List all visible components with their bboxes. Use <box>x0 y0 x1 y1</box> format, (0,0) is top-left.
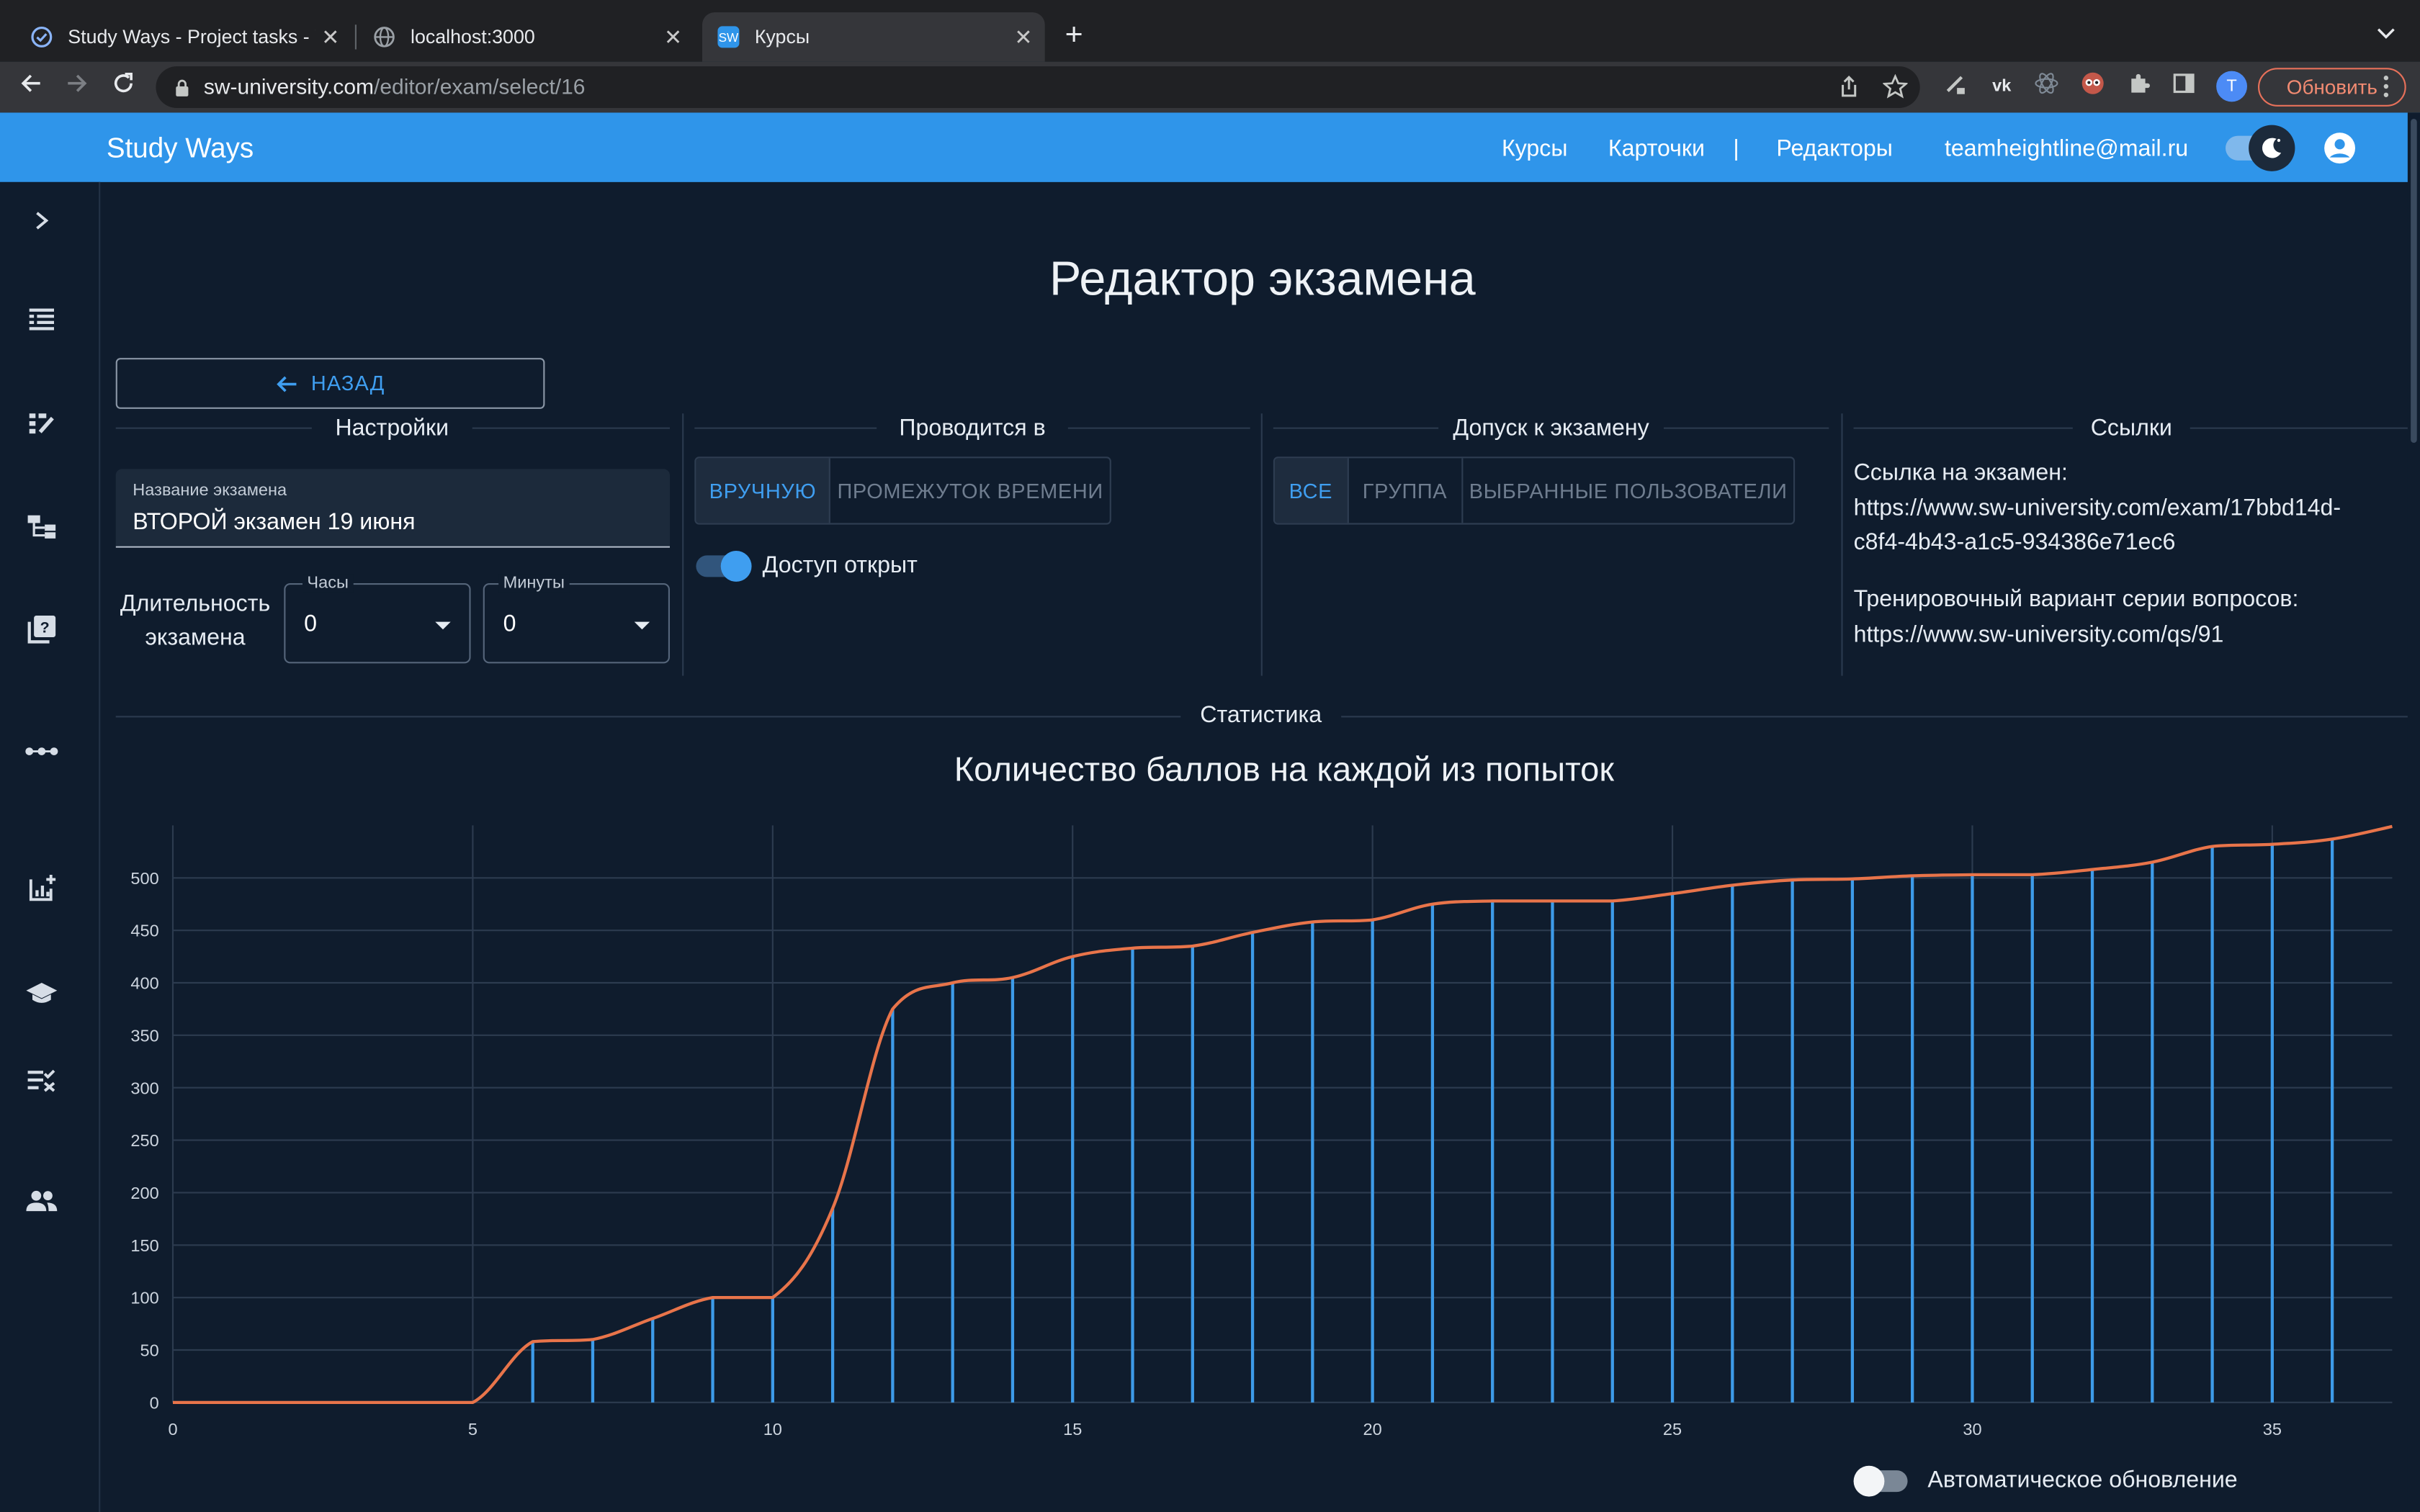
y-tick-label: 250 <box>130 1131 158 1150</box>
y-tick-label: 100 <box>130 1289 158 1308</box>
scores-chart: 0 50 100 150 200 250 300 350 400 450 500 0 5 10 15 20 25… <box>130 824 2393 1439</box>
x-tick-label: 35 <box>2263 1420 2282 1439</box>
scores-curve-line <box>172 824 2393 1404</box>
auto-update-switch-knob[interactable] <box>1853 1465 1885 1497</box>
y-tick-label: 400 <box>130 974 158 993</box>
y-tick-label: 450 <box>130 922 158 940</box>
y-tick-label: 350 <box>130 1026 158 1045</box>
x-tick-label: 5 <box>468 1420 478 1439</box>
x-tick-label: 10 <box>763 1420 782 1439</box>
x-tick-label: 20 <box>1363 1420 1382 1439</box>
x-tick-label: 25 <box>1663 1420 1682 1439</box>
y-tick-label: 0 <box>150 1393 159 1412</box>
auto-update-label: Автоматическое обновление <box>1927 1467 2238 1494</box>
y-tick-label: 150 <box>130 1236 158 1255</box>
x-tick-label: 0 <box>168 1420 177 1439</box>
x-tick-label: 15 <box>1063 1420 1082 1439</box>
y-tick-label: 500 <box>130 869 158 888</box>
y-tick-label: 200 <box>130 1184 158 1202</box>
y-tick-label: 50 <box>140 1341 158 1360</box>
y-tick-label: 300 <box>130 1079 158 1097</box>
x-tick-label: 30 <box>1963 1420 1981 1439</box>
